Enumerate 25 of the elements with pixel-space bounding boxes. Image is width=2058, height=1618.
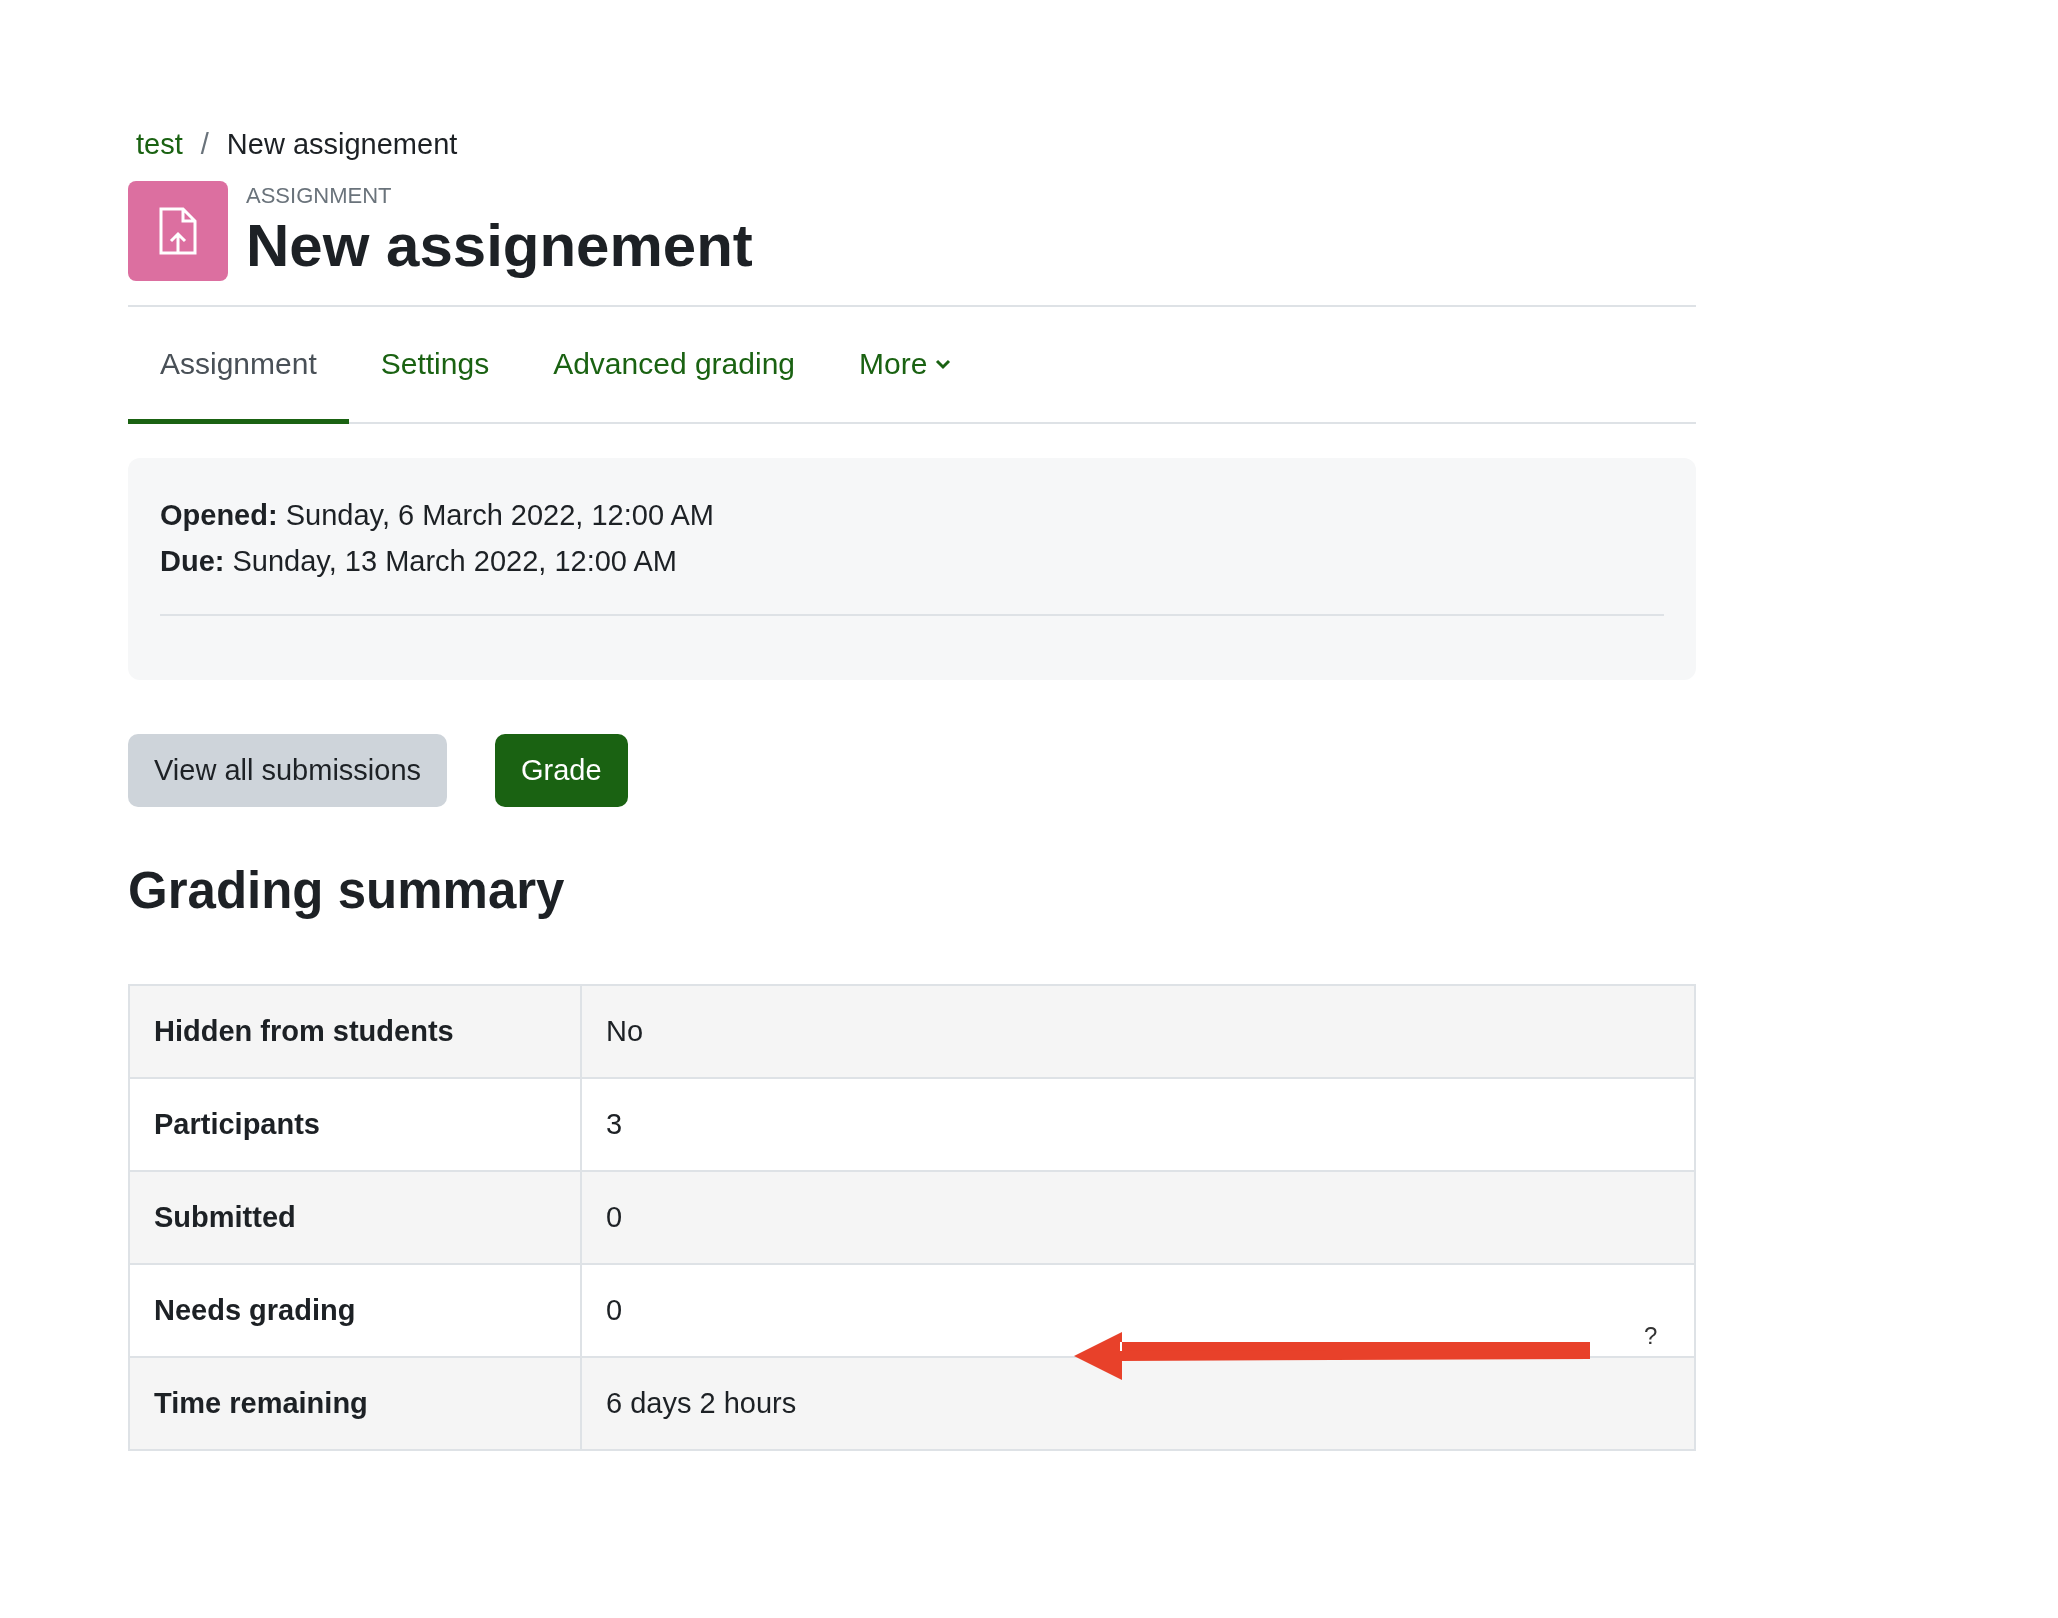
row-label: Submitted <box>129 1171 581 1264</box>
row-value: 6 days 2 hours <box>581 1357 1695 1450</box>
row-value: 3 <box>581 1078 1695 1171</box>
grade-button[interactable]: Grade <box>495 734 628 807</box>
question-mark: ? <box>1644 1322 1658 1350</box>
section-heading: Grading summary <box>128 861 566 920</box>
row-label: Hidden from students <box>129 985 581 1078</box>
breadcrumb-link[interactable]: test <box>136 128 183 161</box>
page-title: New assignement <box>246 213 753 279</box>
activity-type-label: ASSIGNMENT <box>246 183 393 209</box>
row-label: Time remaining <box>129 1357 581 1450</box>
tab[interactable]: More <box>827 307 984 424</box>
date-line: Due: Sunday, 13 March 2022, 12:00 AM <box>160 544 678 579</box>
tab[interactable]: Assignment <box>128 307 349 424</box>
breadcrumb-separator: / <box>200 128 209 161</box>
row-value: 0 <box>581 1171 1695 1264</box>
breadcrumb-text: New assignement <box>226 128 458 161</box>
tab[interactable]: Advanced grading <box>521 307 827 424</box>
row-label: Needs grading <box>129 1264 581 1357</box>
row-value: No <box>581 985 1695 1078</box>
assignment-icon <box>128 181 228 281</box>
view-submissions-button[interactable]: View all submissions <box>128 734 448 807</box>
tab[interactable]: Settings <box>348 307 522 424</box>
date-line: Opened: Sunday, 6 March 2022, 12:00 AM <box>160 498 715 533</box>
row-label: Participants <box>129 1078 581 1171</box>
